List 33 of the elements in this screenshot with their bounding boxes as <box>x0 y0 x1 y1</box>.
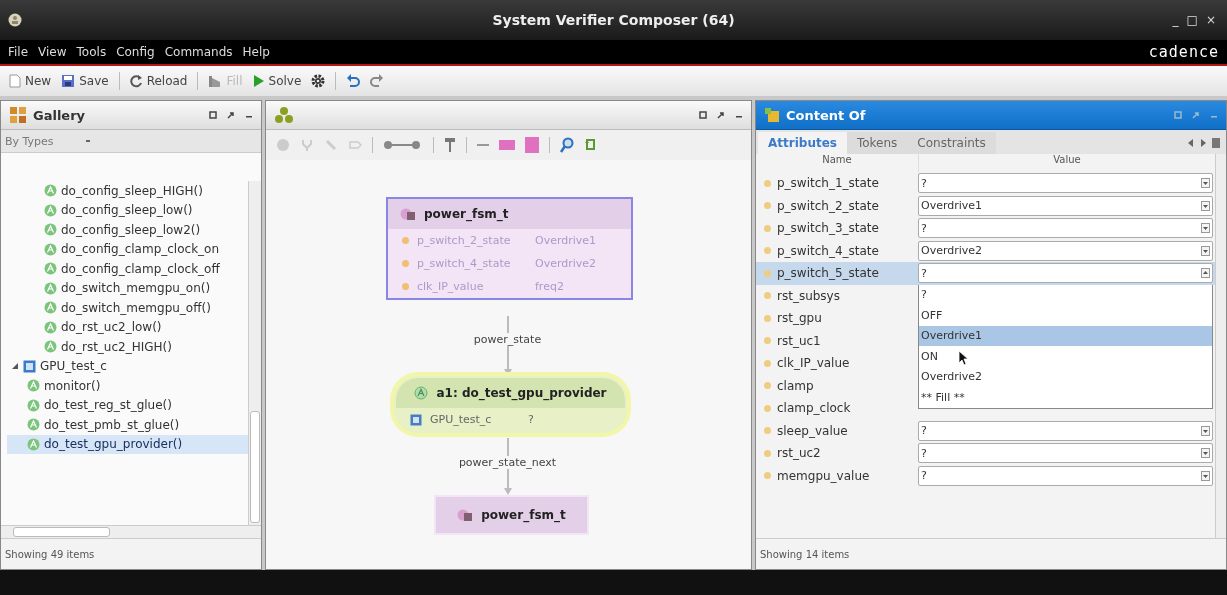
attribute-name: clk_IP_value <box>777 356 850 371</box>
attribute-name: rst_uc1 <box>777 333 821 348</box>
attribute-name: clamp_clock <box>777 401 851 416</box>
panel-title: Gallery <box>33 107 86 123</box>
node-title: power_fsm_t <box>424 207 509 221</box>
field-value: Overdrive1 <box>535 234 597 247</box>
attribute-name: p_switch_2_state <box>777 198 879 213</box>
node-title: power_fsm_t <box>481 508 566 522</box>
field-value: freq2 <box>535 280 564 293</box>
attribute-name: p_switch_4_state <box>777 243 879 258</box>
field-name: GPU_test_c <box>430 413 493 426</box>
attribute-name: rst_subsys <box>777 288 840 303</box>
status-text: Showing 49 items <box>1 538 261 569</box>
edge-label: power_state_next <box>458 456 557 469</box>
node-title: a1: do_test_gpu_provider <box>436 386 607 400</box>
field-name: p_switch_2_state <box>417 234 512 247</box>
edge-label: power_state <box>473 333 542 346</box>
brand-logo: cadence <box>1148 43 1219 61</box>
window-title: System Verifier Composer (64) <box>492 12 735 28</box>
attribute-name: memgpu_value <box>777 468 870 483</box>
field-value: ? <box>528 413 534 426</box>
field-name: clk_IP_value <box>417 280 485 293</box>
attribute-name: rst_uc2 <box>777 446 821 461</box>
panel-title: Content Of <box>786 107 866 123</box>
attribute-name: p_switch_1_state <box>777 176 879 191</box>
field-value: Overdrive2 <box>535 257 597 270</box>
attribute-name: p_switch_3_state <box>777 221 879 236</box>
attribute-name: p_switch_5_state <box>777 266 879 281</box>
attribute-name: clamp <box>777 378 814 393</box>
status-text: Showing 14 items <box>756 538 1226 569</box>
field-name: p_switch_4_state <box>417 257 512 270</box>
attribute-name: rst_gpu <box>777 311 822 326</box>
attribute-name: sleep_value <box>777 423 848 438</box>
